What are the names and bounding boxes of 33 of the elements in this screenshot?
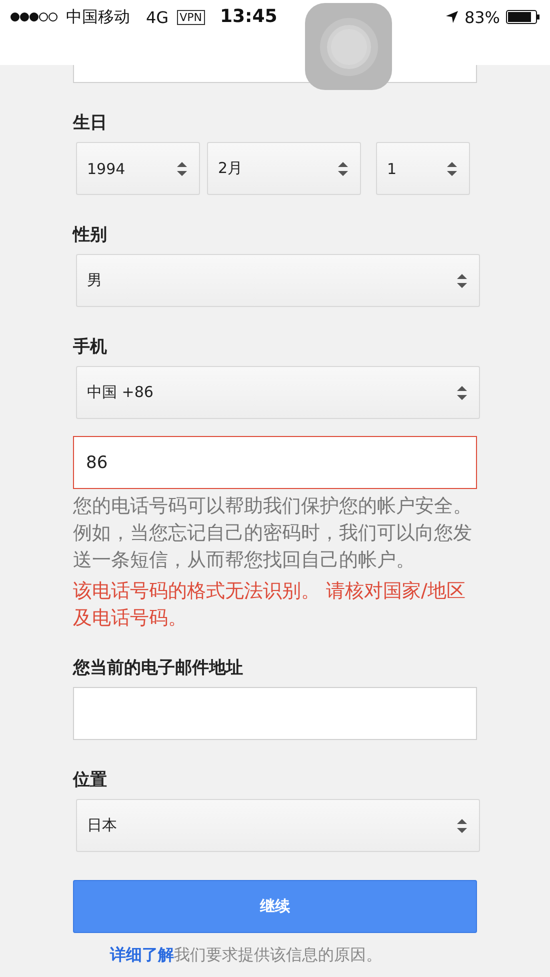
up-down-arrows-icon	[177, 160, 187, 176]
dropdown[interactable]: 1	[376, 142, 470, 195]
carrier-name: 中国移动	[66, 6, 130, 28]
field-label: 手机	[73, 336, 108, 358]
up-down-arrows-icon	[457, 384, 467, 400]
dropdown[interactable]: 2月	[207, 142, 361, 195]
field-label: 位置	[73, 769, 108, 791]
footer-text: 详细了解我们要求提供该信息的原因。	[110, 945, 383, 966]
up-down-arrows-icon	[447, 160, 457, 176]
network-type: 4G	[146, 8, 169, 26]
error-message: 该电话号码的格式无法识别。 请核对国家/地区及电话号码。	[73, 579, 466, 631]
battery-percent: 83%	[464, 8, 500, 26]
field-label: 您当前的电子邮件地址	[73, 657, 244, 679]
dropdown[interactable]: 中国 +86	[76, 366, 480, 419]
assistive-touch-menu[interactable]	[305, 3, 392, 90]
field-label: 性别	[73, 224, 108, 246]
vpn-badge: VPN	[176, 10, 205, 24]
location-arrow-icon	[446, 11, 458, 23]
up-down-arrows-icon	[457, 272, 467, 288]
help-text: 您的电话号码可以帮助我们保护您的帐户安全。例如，当您忘记自己的密码时，我们可以向您发送一条短信，从而帮您找回自己的帐户。	[73, 494, 473, 573]
up-down-arrows-icon	[457, 818, 467, 834]
dropdown[interactable]: 1994	[76, 142, 200, 195]
circle-icon	[318, 16, 378, 76]
up-down-arrows-icon	[338, 160, 348, 176]
battery-icon	[506, 10, 540, 24]
dropdown[interactable]: 男	[76, 254, 480, 307]
email-input[interactable]	[73, 687, 477, 740]
learn-more-link[interactable]: 详细了解	[110, 945, 174, 964]
field-label: 生日	[73, 112, 108, 134]
phone-input[interactable]: 86	[73, 436, 477, 489]
dropdown[interactable]: 日本	[76, 799, 480, 852]
clock-time: 13:45	[220, 5, 278, 29]
signal-dots-icon	[10, 12, 58, 22]
